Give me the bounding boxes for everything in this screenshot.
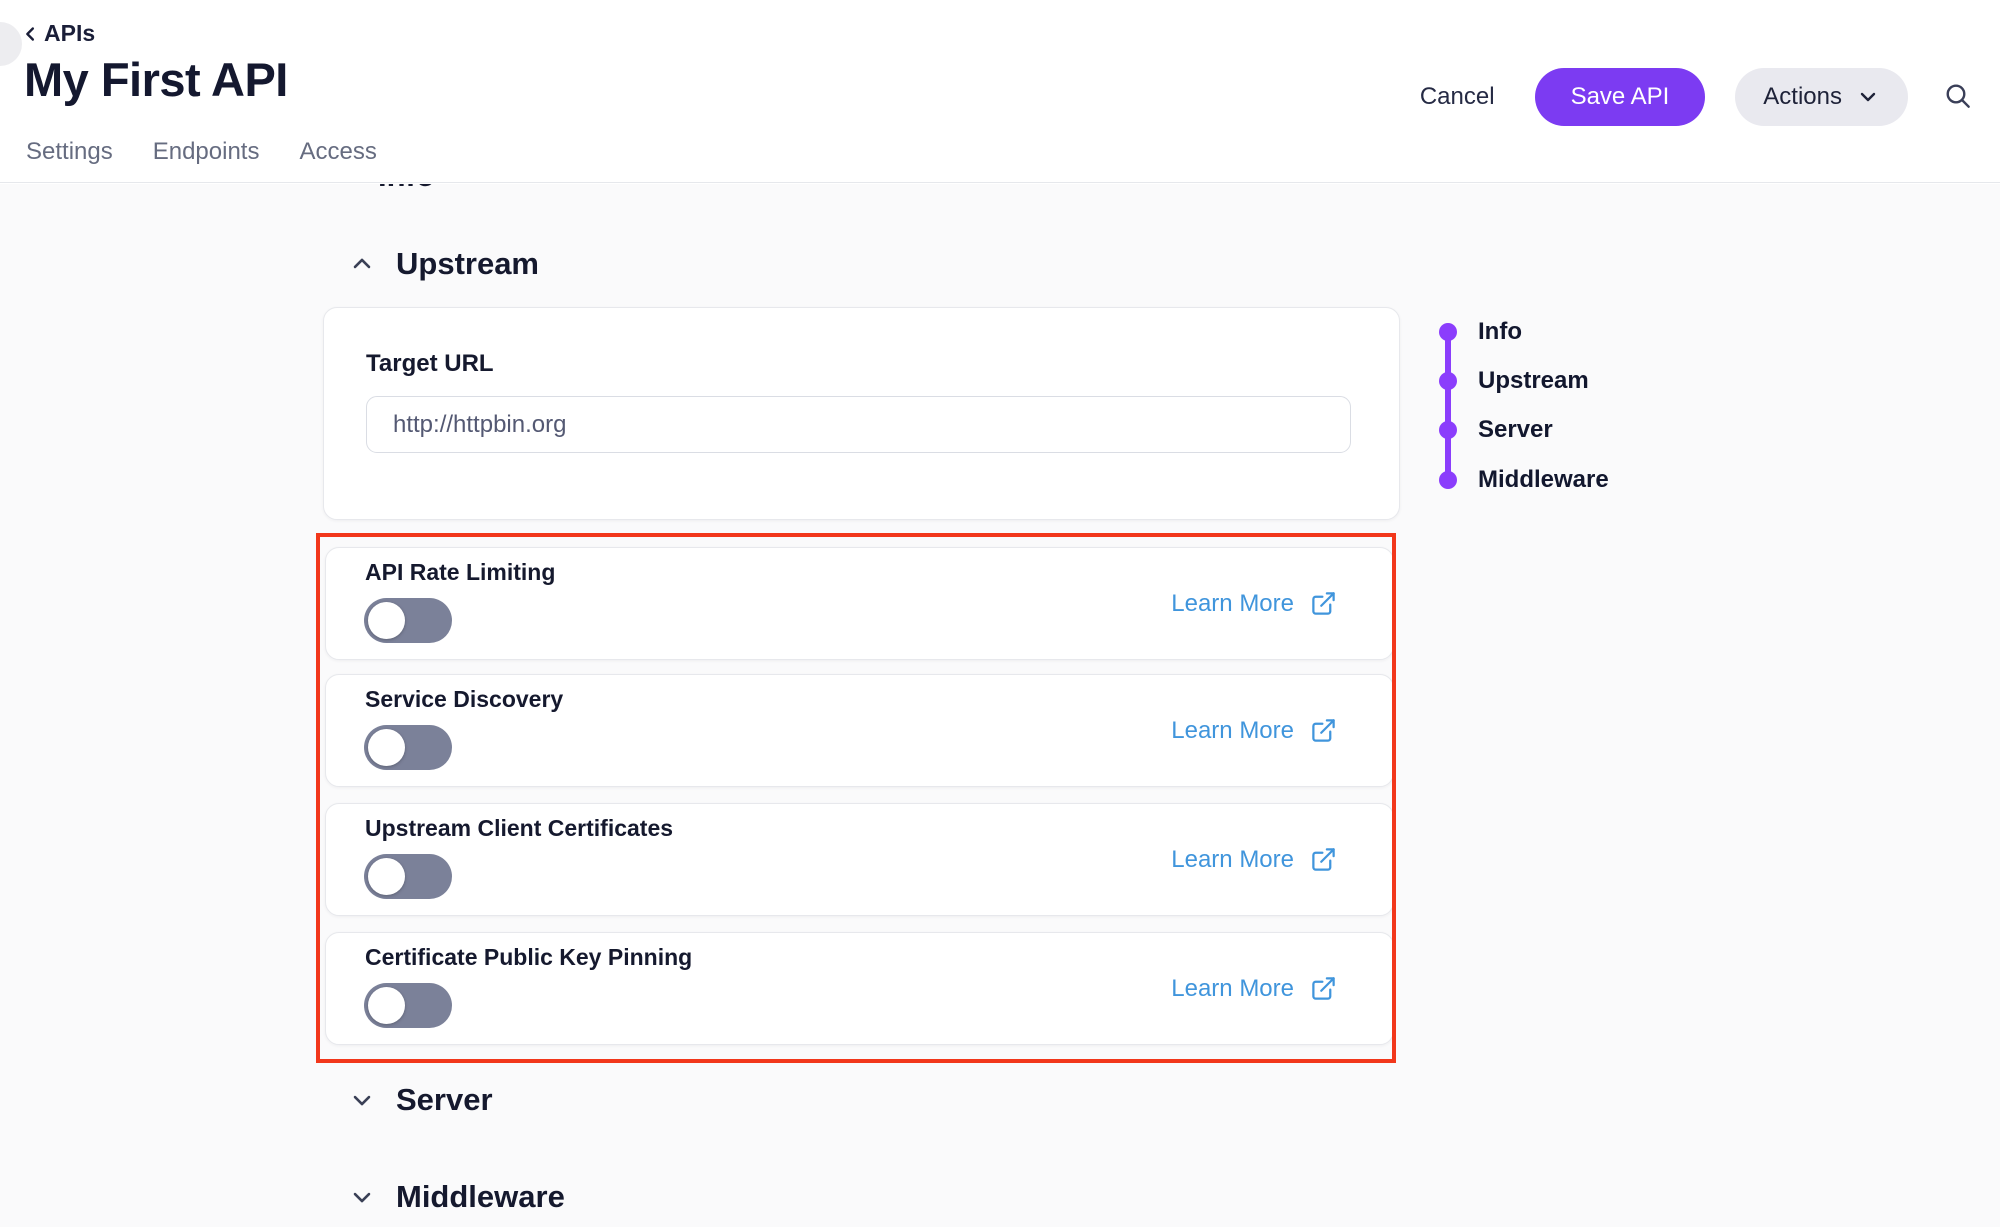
external-link-icon	[1310, 975, 1337, 1002]
certificate-public-key-pinning-toggle[interactable]	[364, 983, 452, 1028]
nav-item-label: Info	[1478, 318, 1522, 346]
service-discovery-toggle[interactable]	[364, 725, 452, 770]
section-label-server: Server	[396, 1082, 493, 1118]
target-url-input[interactable]	[366, 396, 1351, 453]
floating-helper-circle[interactable]	[0, 22, 22, 66]
chevron-down-icon	[348, 1086, 376, 1114]
external-link-icon	[1310, 846, 1337, 873]
actions-button[interactable]: Actions	[1735, 68, 1908, 126]
section-label-middleware: Middleware	[396, 1179, 565, 1215]
chevron-left-icon	[20, 23, 42, 45]
section-navigator-rail	[1445, 332, 1451, 480]
service-discovery-label: Service Discovery	[365, 686, 563, 713]
certificate-public-key-pinning-label: Certificate Public Key Pinning	[365, 944, 692, 971]
search-button[interactable]	[1938, 76, 1978, 119]
tab-endpoints[interactable]: Endpoints	[153, 138, 260, 180]
page-header: APIs My First API Settings Endpoints Acc…	[0, 0, 2000, 183]
api-rate-limiting-card: API Rate Limiting Learn More	[325, 547, 1394, 660]
actions-button-label: Actions	[1763, 83, 1842, 111]
section-header-server[interactable]: Server	[348, 1082, 493, 1118]
content-area: Info Upstream Target URL API Rate Limiti…	[0, 184, 2000, 1227]
api-rate-limiting-toggle[interactable]	[364, 598, 452, 643]
tab-access[interactable]: Access	[299, 138, 376, 180]
nav-item-label: Middleware	[1478, 466, 1609, 494]
service-discovery-card: Service Discovery Learn More	[325, 674, 1394, 787]
page-title: My First API	[24, 52, 288, 107]
tab-bar: Settings Endpoints Access	[26, 138, 377, 180]
api-rate-limiting-label: API Rate Limiting	[365, 559, 555, 586]
toggle-knob	[368, 858, 405, 895]
toggle-knob	[368, 729, 405, 766]
upstream-client-certificates-toggle[interactable]	[364, 854, 452, 899]
breadcrumb-back-apis[interactable]: APIs	[20, 20, 95, 47]
chevron-down-icon	[348, 1183, 376, 1211]
nav-dot-icon	[1439, 323, 1457, 341]
nav-item-label: Server	[1478, 416, 1553, 444]
search-icon	[1942, 80, 1974, 115]
chevron-down-icon	[1856, 85, 1880, 109]
nav-item-label: Upstream	[1478, 367, 1589, 395]
cancel-button[interactable]: Cancel	[1410, 83, 1505, 111]
external-link-icon	[1310, 717, 1337, 744]
certificate-public-key-pinning-learn-more-link[interactable]: Learn More	[1171, 975, 1337, 1003]
target-url-label: Target URL	[366, 350, 494, 378]
upstream-client-certificates-card: Upstream Client Certificates Learn More	[325, 803, 1394, 916]
breadcrumb-label: APIs	[44, 20, 95, 47]
chevron-up-icon	[348, 250, 376, 278]
section-label-info: Info	[378, 184, 435, 194]
save-api-button[interactable]: Save API	[1535, 68, 1706, 126]
external-link-icon	[1310, 590, 1337, 617]
section-header-upstream[interactable]: Upstream	[348, 246, 539, 282]
nav-dot-icon	[1439, 372, 1457, 390]
header-actions: Cancel Save API Actions	[1410, 68, 1978, 126]
upstream-client-certificates-learn-more-link[interactable]: Learn More	[1171, 846, 1337, 874]
learn-more-label: Learn More	[1171, 846, 1294, 874]
learn-more-label: Learn More	[1171, 717, 1294, 745]
upstream-client-certificates-label: Upstream Client Certificates	[365, 815, 673, 842]
tab-settings[interactable]: Settings	[26, 138, 113, 180]
toggle-knob	[368, 602, 405, 639]
learn-more-label: Learn More	[1171, 975, 1294, 1003]
toggle-knob	[368, 987, 405, 1024]
nav-dot-icon	[1439, 421, 1457, 439]
api-rate-limiting-learn-more-link[interactable]: Learn More	[1171, 590, 1337, 618]
learn-more-label: Learn More	[1171, 590, 1294, 618]
section-header-info[interactable]: Info	[378, 184, 435, 194]
section-label-upstream: Upstream	[396, 246, 539, 282]
target-url-card: Target URL	[323, 307, 1400, 520]
nav-dot-icon	[1439, 471, 1457, 489]
section-header-middleware[interactable]: Middleware	[348, 1179, 565, 1215]
service-discovery-learn-more-link[interactable]: Learn More	[1171, 717, 1337, 745]
certificate-public-key-pinning-card: Certificate Public Key Pinning Learn Mor…	[325, 932, 1394, 1045]
